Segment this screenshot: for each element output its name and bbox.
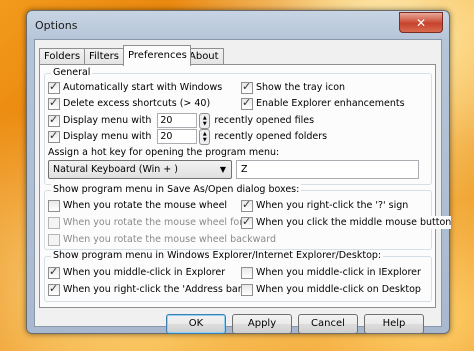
cancel-button[interactable]: Cancel xyxy=(298,314,358,334)
explorer-enh-checkbox[interactable] xyxy=(241,96,253,110)
middle-desktop-checkbox[interactable] xyxy=(241,283,253,296)
middle-iexplorer-checkbox[interactable] xyxy=(241,266,253,279)
delete-excess-label: Delete excess shortcuts (> 40) xyxy=(63,98,211,109)
right-click-q-label: When you right-click the '?' sign xyxy=(256,200,409,211)
auto-start-checkbox[interactable] xyxy=(48,80,60,94)
wheel-backward-option[interactable]: When you rotate the mouse wheel backward xyxy=(48,233,276,246)
help-button[interactable]: Help xyxy=(364,314,424,334)
folders-count-input[interactable]: 20 xyxy=(157,129,198,144)
display-folders-label-post: recently opened folders xyxy=(214,131,328,142)
middle-iexplorer-option[interactable]: When you middle-click in IExplorer xyxy=(241,266,421,279)
chevron-down-icon: ▼ xyxy=(219,165,226,174)
right-address-option[interactable]: When you right-click the 'Address bar' xyxy=(48,282,245,296)
tab-preferences[interactable]: Preferences xyxy=(123,45,191,66)
wheel-forward-label: When you rotate the mouse wheel forward xyxy=(63,217,267,228)
hotkey-label: Assign a hot key for opening the program… xyxy=(48,147,280,158)
explorer-enh-option[interactable]: Enable Explorer enhancements xyxy=(241,96,405,110)
delete-excess-checkbox[interactable] xyxy=(48,96,60,110)
saveas-group: Show program menu in Save As/Open dialog… xyxy=(44,184,452,250)
explorer-group-label: Show program menu in Windows Explorer/In… xyxy=(51,250,384,261)
hotkey-label-row: Assign a hot key for opening the program… xyxy=(48,146,279,159)
hotkey-key-input[interactable]: Z xyxy=(236,160,419,179)
middle-iexplorer-label: When you middle-click in IExplorer xyxy=(256,267,421,278)
middle-button-checkbox[interactable] xyxy=(241,215,253,229)
right-address-label: When you right-click the 'Address bar' xyxy=(63,284,245,295)
title-bar[interactable]: Options ✕ xyxy=(27,11,449,39)
wheel-forward-option[interactable]: When you rotate the mouse wheel forward xyxy=(48,216,267,229)
display-files-checkbox[interactable] xyxy=(48,113,60,127)
wheel-label: When you rotate the mouse wheel xyxy=(63,200,228,211)
wheel-checkbox[interactable] xyxy=(48,199,60,212)
tray-icon-option[interactable]: Show the tray icon xyxy=(241,80,346,94)
middle-button-label: When you click the middle mouse button xyxy=(256,217,452,228)
general-group-label: General xyxy=(51,67,93,78)
general-group: General Automatically start with Windows… xyxy=(44,67,432,185)
saveas-group-label: Show program menu in Save As/Open dialog… xyxy=(51,184,302,195)
ok-button[interactable]: OK xyxy=(166,314,226,334)
middle-explorer-checkbox[interactable] xyxy=(48,265,60,279)
middle-desktop-option[interactable]: When you middle-click on Desktop xyxy=(241,283,421,296)
close-button[interactable]: ✕ xyxy=(399,12,443,33)
middle-desktop-label: When you middle-click on Desktop xyxy=(256,284,421,295)
display-folders-checkbox[interactable] xyxy=(48,129,60,143)
preferences-panel: General Automatically start with Windows… xyxy=(39,64,452,308)
files-count-input[interactable]: 20 xyxy=(157,113,198,128)
close-icon: ✕ xyxy=(415,15,427,30)
wheel-forward-checkbox[interactable] xyxy=(48,216,60,229)
explorer-group: Show program menu in Windows Explorer/In… xyxy=(44,250,432,302)
tray-icon-label: Show the tray icon xyxy=(256,82,346,93)
wheel-option[interactable]: When you rotate the mouse wheel xyxy=(48,199,227,212)
delete-excess-option[interactable]: Delete excess shortcuts (> 40) xyxy=(48,96,211,110)
window-title: Options xyxy=(35,19,78,32)
display-folders-label-pre: Display menu with xyxy=(63,131,152,142)
right-address-checkbox[interactable] xyxy=(48,282,60,296)
middle-explorer-label: When you middle-click in Explorer xyxy=(63,267,226,278)
hotkey-modifier-value: Natural Keyboard (Win + ) xyxy=(53,164,178,175)
tab-folders[interactable]: Folders xyxy=(39,48,85,65)
display-files-option[interactable]: Display menu with 20 ▲▼ recently opened … xyxy=(48,112,315,129)
display-files-label-pre: Display menu with xyxy=(63,115,152,126)
folders-count-spinner[interactable]: ▲ ▼ xyxy=(199,128,211,145)
apply-button[interactable]: Apply xyxy=(232,314,292,334)
display-files-label-post: recently opened files xyxy=(214,115,315,126)
explorer-enh-label: Enable Explorer enhancements xyxy=(256,98,405,109)
auto-start-option[interactable]: Automatically start with Windows xyxy=(48,80,223,94)
middle-explorer-option[interactable]: When you middle-click in Explorer xyxy=(48,265,226,279)
options-window: Options ✕ Folders Filters Preferences Ab… xyxy=(26,10,452,334)
tab-filters[interactable]: Filters xyxy=(84,48,125,65)
wheel-backward-checkbox[interactable] xyxy=(48,233,60,246)
display-folders-option[interactable]: Display menu with 20 ▲▼ recently opened … xyxy=(48,128,328,145)
dialog-client: Folders Filters Preferences About Genera… xyxy=(34,39,452,334)
hotkey-modifier-select[interactable]: Natural Keyboard (Win + ) ▼ xyxy=(48,160,232,179)
auto-start-label: Automatically start with Windows xyxy=(63,82,223,93)
middle-button-option[interactable]: When you click the middle mouse button xyxy=(241,215,452,229)
wheel-backward-label: When you rotate the mouse wheel backward xyxy=(63,234,277,245)
tray-icon-checkbox[interactable] xyxy=(241,80,253,94)
right-click-q-checkbox[interactable] xyxy=(241,198,253,212)
files-count-spinner[interactable]: ▲ ▼ xyxy=(199,112,211,129)
right-click-q-option[interactable]: When you right-click the '?' sign xyxy=(241,198,409,212)
